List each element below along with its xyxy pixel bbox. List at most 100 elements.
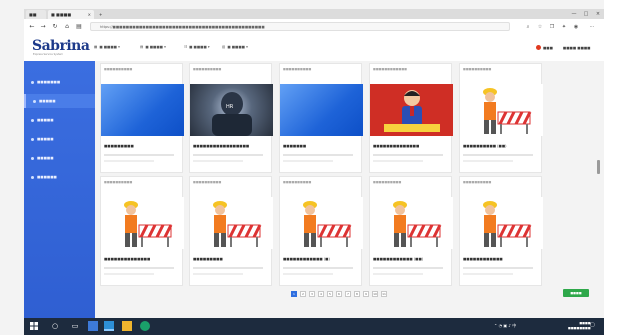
course-thumbnail: HR — [190, 84, 273, 136]
menu-bullet-icon — [31, 137, 34, 141]
course-card-5[interactable]: ■■■■■■■■■■ ■■■■■■■■■■ (■■) — [459, 63, 543, 173]
page-button-11[interactable]: 11 — [381, 291, 387, 297]
course-card-9[interactable]: ■■■■■■■■■■ ■■■■■■■■■■■■ (■■) — [369, 176, 453, 286]
sidebar-item-2[interactable]: ■■■■■ — [24, 94, 95, 108]
card-title[interactable]: ■■■■■■■■■ — [193, 257, 223, 261]
forward-arrow-icon[interactable]: → — [39, 23, 47, 31]
course-thumbnail — [370, 84, 453, 136]
course-card-10[interactable]: ■■■■■■■■■■ ■■■■■■■■■■■■ — [459, 176, 543, 286]
card-meta-bar — [193, 154, 263, 156]
system-tray-icons[interactable]: ⌃ ◔ ▣ ♪ 中 — [494, 323, 516, 329]
page-button-8[interactable]: 8 — [354, 291, 360, 297]
favorites-star-icon[interactable]: ☆ — [536, 23, 544, 31]
folder-app-icon[interactable] — [122, 321, 132, 331]
card-header: ■■■■■■■■■■ — [373, 180, 402, 184]
page-button-2[interactable]: 2 — [300, 291, 306, 297]
page-button-6[interactable]: 6 — [336, 291, 342, 297]
browser-tab-active[interactable]: ■ ■■■■ × — [48, 10, 94, 19]
url-input[interactable]: https://■■■■■■■■■■■■■■■■■■■■■■■■■■■■■■■■… — [90, 22, 510, 31]
new-tab-button[interactable]: + — [96, 10, 106, 19]
card-title[interactable]: ■■■■■■■■■■ (■■) — [463, 144, 507, 148]
refresh-icon[interactable]: ↻ — [51, 23, 59, 31]
search-icon[interactable]: ⌕ — [524, 23, 532, 31]
page-button-9[interactable]: 9 — [363, 291, 369, 297]
user-status: ■■■ — [543, 45, 553, 50]
card-header: ■■■■■■■■■■ — [104, 180, 133, 184]
action-button[interactable]: ■■■■ — [563, 289, 589, 297]
card-title[interactable]: ■■■■■■■■■■■■ (■) — [283, 257, 330, 261]
profile-icon[interactable]: ◉ — [572, 23, 580, 31]
browser-app-icon[interactable] — [104, 321, 114, 331]
windows-start-icon[interactable] — [29, 321, 39, 331]
file-explorer-icon[interactable] — [88, 321, 98, 331]
course-thumbnail — [101, 197, 184, 249]
card-title[interactable]: ■■■■■■■■■■■■■■ — [104, 257, 150, 261]
search-icon[interactable]: ○ — [50, 321, 60, 331]
task-view-icon[interactable]: ▭ — [70, 321, 80, 331]
page-button-7[interactable]: 7 — [345, 291, 351, 297]
card-title[interactable]: ■■■■■■■■■■■■■■ — [373, 144, 419, 148]
card-meta-bar — [283, 267, 353, 269]
notification-icon[interactable]: ▢ — [590, 322, 595, 328]
card-meta-bar — [283, 160, 333, 162]
top-nav-item-1[interactable]: ▦ ■ ■■■■ ▾ — [94, 45, 120, 49]
card-meta-bar — [104, 160, 154, 162]
top-nav-item-4[interactable]: ▥ ■ ■■■■ ▾ — [222, 45, 248, 49]
tab-close-icon[interactable]: × — [88, 12, 91, 17]
construction-worker-icon — [483, 88, 532, 134]
window-maximize-button[interactable]: □ — [580, 10, 592, 18]
app-logo-subtitle: Express Service System — [33, 53, 63, 56]
card-title[interactable]: ■■■■■■■■■ — [104, 144, 134, 148]
course-card-3[interactable]: ■■■■■■■■■■ ■■■■■■■ — [279, 63, 363, 173]
card-title[interactable]: ■■■■■■■ — [283, 144, 306, 148]
course-card-8[interactable]: ■■■■■■■■■■ ■■■■■■■■■■■■ (■) — [279, 176, 363, 286]
sidebar-item-4[interactable]: ■■■■■ — [24, 132, 95, 146]
course-card-2[interactable]: ■■■■■■■■■■ HR ■■■■■■■■■■■■■■■■■ — [189, 63, 273, 173]
tab-label: ■ ■■■■ — [51, 12, 72, 17]
clock-date: ■■■■■■■■ — [568, 326, 591, 330]
window-close-button[interactable]: × — [592, 10, 604, 18]
collections-icon[interactable]: ❒ — [548, 23, 556, 31]
card-title[interactable]: ■■■■■■■■■■■■■■■■■ — [193, 144, 249, 148]
card-meta-bar — [463, 160, 513, 162]
page-button-10[interactable]: 10 — [372, 291, 378, 297]
construction-worker-icon — [124, 201, 173, 247]
construction-worker-icon — [483, 201, 532, 247]
home-icon[interactable]: ⌂ — [63, 23, 71, 31]
chat-app-icon[interactable] — [140, 321, 150, 331]
course-card-6[interactable]: ■■■■■■■■■■ ■■■■■■■■■■■■■■ — [100, 176, 184, 286]
sidebar-item-1[interactable]: ■■■■■■■ — [24, 75, 95, 89]
back-arrow-icon[interactable]: ← — [28, 23, 36, 31]
browser-address-bar: ← → ↻ ⌂ ▤ https://■■■■■■■■■■■■■■■■■■■■■■… — [24, 19, 604, 35]
card-meta-bar — [463, 267, 533, 269]
page-button-1[interactable]: 1 — [291, 291, 297, 297]
card-meta-bar — [373, 273, 423, 275]
card-meta-bar — [283, 273, 333, 275]
scrollbar-thumb[interactable] — [597, 160, 600, 174]
card-title[interactable]: ■■■■■■■■■■■■ — [463, 257, 503, 261]
page-button-4[interactable]: 4 — [318, 291, 324, 297]
extensions-icon[interactable]: ✦ — [560, 23, 568, 31]
window-menu-icon[interactable]: ■■ — [26, 10, 46, 19]
course-card-7[interactable]: ■■■■■■■■■■ ■■■■■■■■■ — [189, 176, 273, 286]
user-menu[interactable]: ■■■ ■■■■ ■■■■ — [536, 45, 591, 50]
top-nav-item-2[interactable]: ▤ ■ ■■■■ ▾ — [140, 45, 166, 49]
card-meta-bar — [373, 160, 423, 162]
chart-icon: ▥ — [222, 45, 226, 49]
window-minimize-button[interactable]: — — [568, 10, 580, 18]
app-logo[interactable]: Sabrina — [32, 38, 90, 54]
card-title[interactable]: ■■■■■■■■■■■■ (■■) — [373, 257, 423, 261]
sidebar-item-5[interactable]: ■■■■■ — [24, 151, 95, 165]
taskbar-clock[interactable]: ■■■■ ■■■■■■■■ — [568, 321, 591, 331]
course-card-4[interactable]: ■■■■■■■■■■■■ ■■■■■■■■■■■■■■ — [369, 63, 453, 173]
page-button-5[interactable]: 5 — [327, 291, 333, 297]
grid-icon: ▦ — [94, 45, 98, 49]
page-button-3[interactable]: 3 — [309, 291, 315, 297]
settings-menu-icon[interactable]: ⋯ — [588, 23, 596, 31]
sidebar-item-6[interactable]: ■■■■■■ — [24, 170, 95, 184]
card-meta-bar — [463, 273, 513, 275]
reader-icon[interactable]: ▤ — [75, 23, 83, 31]
top-nav-item-3[interactable]: ☷ ■ ■■■■ ▾ — [184, 45, 210, 49]
course-card-1[interactable]: ■■■■■■■■■■ ■■■■■■■■■ — [100, 63, 184, 173]
sidebar-item-3[interactable]: ■■■■■ — [24, 113, 95, 127]
